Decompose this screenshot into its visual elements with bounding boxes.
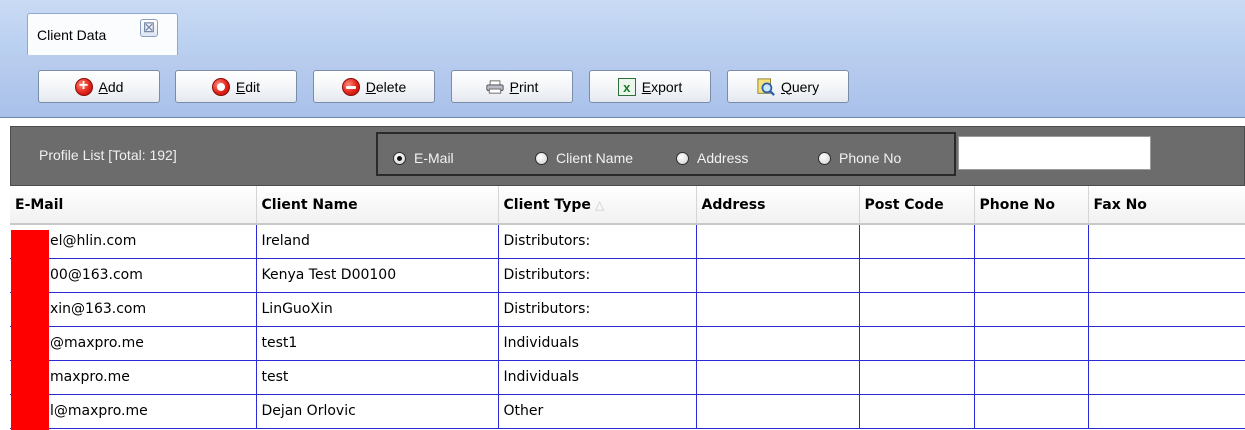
cell-client-name[interactable]: Kenya Test D00100 xyxy=(256,258,499,293)
cell-phone-no[interactable] xyxy=(974,224,1089,259)
radio-unselected-icon xyxy=(676,151,689,165)
table-row[interactable]: el@hlin.com Ireland Distributors: xyxy=(10,224,1245,259)
cell-address[interactable] xyxy=(696,292,860,327)
cell-phone-no[interactable] xyxy=(974,360,1089,395)
magnifier-query-icon xyxy=(757,77,775,96)
delete-button[interactable]: Delete xyxy=(313,70,435,103)
client-grid: E-Mail Client Name Client Type △ Address … xyxy=(10,186,1245,430)
table-row[interactable]: 00@163.com Kenya Test D00100 Distributors: xyxy=(10,258,1245,293)
client-table: E-Mail Client Name Client Type △ Address … xyxy=(10,186,1245,429)
column-header-phone-no[interactable]: Phone No xyxy=(974,186,1089,225)
radio-unselected-icon xyxy=(818,151,831,165)
cell-phone-no[interactable] xyxy=(974,292,1089,327)
cell-client-type[interactable]: Distributors: xyxy=(498,224,697,259)
tab-client-data[interactable]: Client Data ☒ xyxy=(27,13,178,55)
cell-client-type[interactable]: Distributors: xyxy=(498,258,697,293)
radio-selected-icon xyxy=(393,151,406,165)
cell-address[interactable] xyxy=(696,326,860,361)
export-button[interactable]: x Export xyxy=(589,70,711,103)
cell-post-code[interactable] xyxy=(859,258,975,293)
delete-button-label: Delete xyxy=(365,78,407,95)
redaction-block xyxy=(11,230,49,430)
tab-strip: Client Data ☒ xyxy=(0,0,1245,55)
profile-list-total: Profile List [Total: 192] xyxy=(39,147,177,163)
table-row[interactable]: xin@163.com LinGuoXin Distributors: xyxy=(10,292,1245,327)
cell-client-name[interactable]: LinGuoXin xyxy=(256,292,499,327)
cell-address[interactable] xyxy=(696,258,860,293)
cell-fax-no[interactable] xyxy=(1088,292,1245,327)
cell-post-code[interactable] xyxy=(859,360,975,395)
cell-fax-no[interactable] xyxy=(1088,360,1245,395)
cell-fax-no[interactable] xyxy=(1088,258,1245,293)
cell-address[interactable] xyxy=(696,360,860,395)
table-row[interactable]: l@maxpro.me Dejan Orlovic Other xyxy=(10,394,1245,429)
column-header-fax-no[interactable]: Fax No xyxy=(1088,186,1245,225)
query-button-label: Query xyxy=(780,78,820,95)
cell-client-type[interactable]: Individuals xyxy=(498,326,697,361)
radio-address[interactable]: Address xyxy=(676,150,748,166)
add-button-label: Add xyxy=(98,78,124,95)
cell-client-type[interactable]: Other xyxy=(498,394,697,429)
print-button-label: Print xyxy=(509,78,539,95)
table-row[interactable]: @maxpro.me test1 Individuals xyxy=(10,326,1245,361)
toolbar: Add Edit Delete Print x Export xyxy=(0,55,1245,118)
cell-address[interactable] xyxy=(696,394,860,429)
radio-phone-no[interactable]: Phone No xyxy=(818,150,901,166)
cell-client-type[interactable]: Individuals xyxy=(498,360,697,395)
cell-address[interactable] xyxy=(696,224,860,259)
add-button[interactable]: Add xyxy=(38,70,160,103)
cell-fax-no[interactable] xyxy=(1088,326,1245,361)
search-field-radio-group: E-Mail Client Name Address Phone No xyxy=(376,132,956,176)
radio-phone-no-label: Phone No xyxy=(839,150,902,166)
print-button[interactable]: Print xyxy=(451,70,573,103)
column-header-email[interactable]: E-Mail xyxy=(10,186,257,225)
cell-post-code[interactable] xyxy=(859,224,975,259)
close-tab-icon[interactable]: ☒ xyxy=(140,19,158,37)
excel-export-icon: x xyxy=(617,77,636,96)
cell-client-name[interactable]: test xyxy=(256,360,499,395)
printer-icon xyxy=(486,79,504,94)
table-row[interactable]: maxpro.me test Individuals xyxy=(10,360,1245,395)
cell-client-name[interactable]: test1 xyxy=(256,326,499,361)
column-header-address[interactable]: Address xyxy=(696,186,860,225)
column-header-client-name[interactable]: Client Name xyxy=(256,186,499,225)
cell-post-code[interactable] xyxy=(859,394,975,429)
add-icon xyxy=(74,76,93,96)
cell-client-name[interactable]: Dejan Orlovic xyxy=(256,394,499,429)
query-button[interactable]: Query xyxy=(727,70,849,103)
cell-phone-no[interactable] xyxy=(974,326,1089,361)
radio-address-label: Address xyxy=(697,150,749,166)
edit-button-label: Edit xyxy=(235,78,261,95)
column-header-post-code[interactable]: Post Code xyxy=(859,186,975,225)
filter-bar: Profile List [Total: 192] E-Mail Client … xyxy=(10,126,1245,186)
delete-icon xyxy=(341,77,360,96)
cell-post-code[interactable] xyxy=(859,326,975,361)
radio-email-label: E-Mail xyxy=(414,150,454,166)
cell-phone-no[interactable] xyxy=(974,394,1089,429)
export-button-label: Export xyxy=(641,78,683,95)
cell-post-code[interactable] xyxy=(859,292,975,327)
tab-label: Client Data xyxy=(37,26,107,43)
radio-client-name-label: Client Name xyxy=(556,150,634,166)
cell-fax-no[interactable] xyxy=(1088,224,1245,259)
radio-unselected-icon xyxy=(535,151,548,165)
cell-fax-no[interactable] xyxy=(1088,394,1245,429)
cell-phone-no[interactable] xyxy=(974,258,1089,293)
radio-email[interactable]: E-Mail xyxy=(393,150,454,166)
radio-client-name[interactable]: Client Name xyxy=(535,150,633,166)
edit-icon xyxy=(211,77,230,96)
sort-ascending-icon: △ xyxy=(594,197,605,212)
cell-client-type[interactable]: Distributors: xyxy=(498,292,697,327)
cell-client-name[interactable]: Ireland xyxy=(256,224,499,259)
search-input[interactable] xyxy=(958,136,1151,170)
column-header-client-type[interactable]: Client Type △ xyxy=(498,186,697,225)
table-header-row: E-Mail Client Name Client Type △ Address … xyxy=(10,186,1245,225)
client-data-window: Client Data ☒ Add Edit Delete Print x E xyxy=(0,0,1245,430)
edit-button[interactable]: Edit xyxy=(175,70,297,103)
